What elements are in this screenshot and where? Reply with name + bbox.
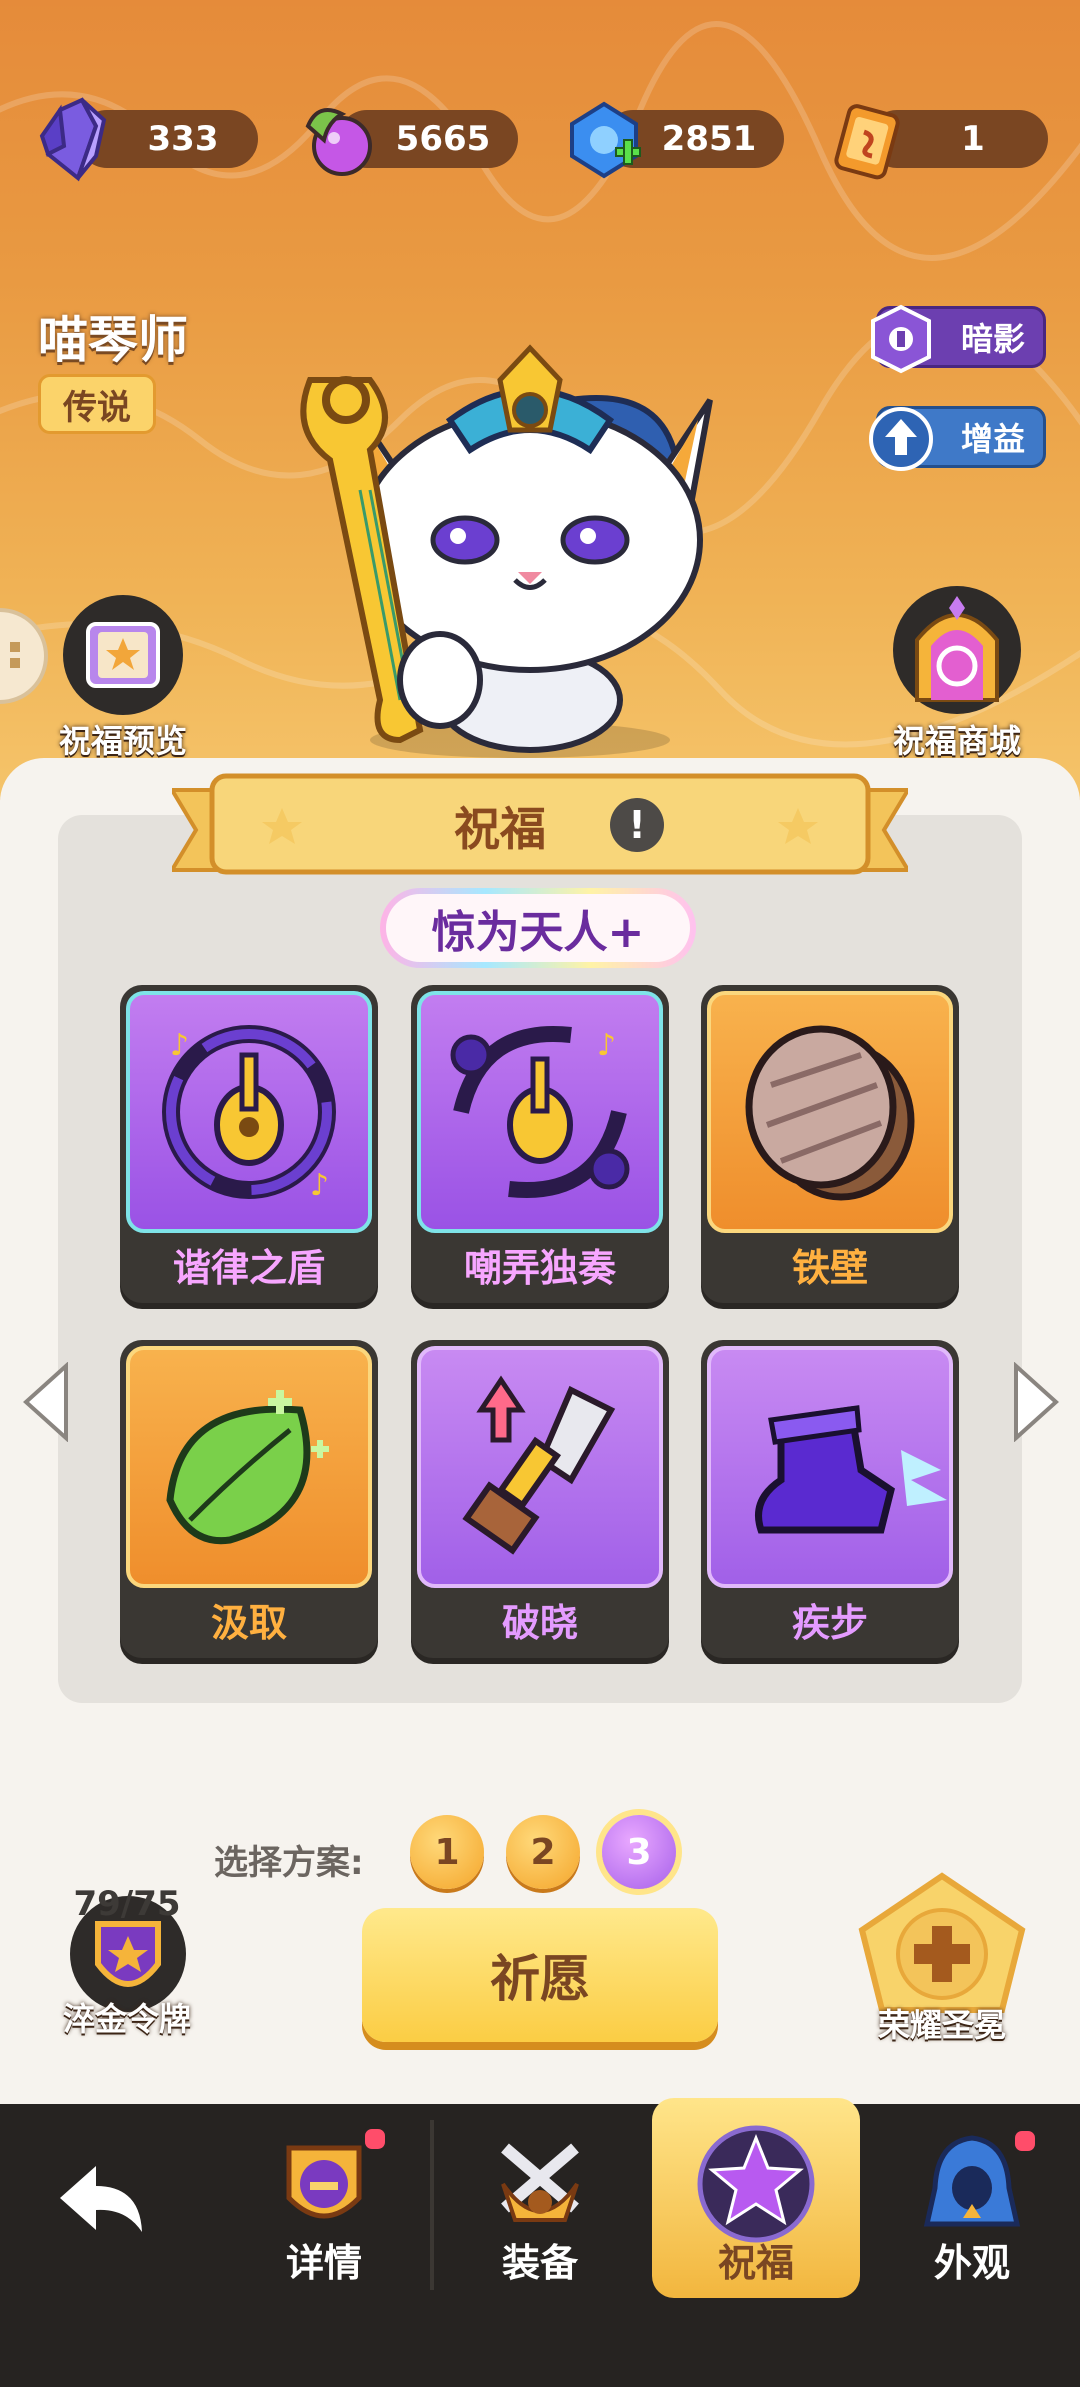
rarity-badge: 传说	[38, 374, 156, 434]
hero-character-art	[300, 344, 713, 758]
shield-icon	[745, 1025, 915, 1201]
nav-divider	[430, 2120, 434, 2290]
nav-tab-appearance[interactable]: 外观	[872, 2104, 1072, 2304]
blessing-art	[126, 1346, 372, 1588]
dagger-icon	[462, 1375, 616, 1555]
shadow-icon	[871, 304, 931, 374]
leaf-icon	[166, 1390, 329, 1545]
token-count: 79/75	[73, 1884, 181, 1924]
crown-label: 荣耀圣冕	[877, 2006, 1006, 2044]
svg-text:♪: ♪	[310, 1168, 329, 1203]
blessing-art: ♪	[417, 991, 663, 1233]
shadow-label: 暗影	[960, 320, 1025, 358]
hood-icon	[923, 2135, 1021, 2227]
blessing-shop-label: 祝福商城	[892, 722, 1021, 760]
svg-text:♪: ♪	[170, 1028, 189, 1063]
crystal-icon	[39, 97, 107, 182]
buff-button[interactable]: 增益	[869, 406, 1046, 471]
blessing-card[interactable]: 铁壁	[701, 985, 959, 1303]
notification-dot	[362, 2126, 388, 2152]
blessing-card[interactable]: ♪ ♪ 谐律之盾	[120, 985, 378, 1303]
token-label: 淬金令牌	[62, 2000, 191, 2038]
hero-name: 喵琴师	[38, 311, 188, 369]
blessing-art	[417, 1346, 663, 1588]
blessing-card[interactable]: 汲取	[120, 1340, 378, 1658]
blessing-art	[707, 991, 953, 1233]
nav-tab-equipment[interactable]: 装备	[440, 2104, 640, 2304]
svg-text:♪: ♪	[597, 1028, 616, 1063]
portal-icon	[893, 586, 1021, 714]
blessing-name: 疾步	[791, 1601, 868, 1645]
panel-title: 祝福	[454, 802, 546, 856]
blessing-art: ♪ ♪	[126, 991, 372, 1233]
buff-label: 增益	[960, 420, 1025, 458]
shadow-button[interactable]: 暗影	[871, 304, 1046, 374]
pray-button[interactable]: 祈愿	[362, 1908, 718, 2042]
star-badge-icon	[697, 2125, 815, 2243]
blessing-name: 铁壁	[791, 1246, 868, 1290]
blessing-shop-button[interactable]: 祝福商城	[872, 580, 1042, 762]
blessing-name: 破晓	[501, 1601, 578, 1645]
back-icon[interactable]	[56, 2160, 146, 2240]
blessing-set-badge: 惊为天人+	[380, 888, 696, 968]
harmony-shield-icon: ♪ ♪	[162, 1025, 336, 1203]
buff-icon	[869, 407, 933, 471]
gem-plus-icon	[570, 101, 641, 179]
mocking-solo-icon: ♪	[450, 1026, 630, 1198]
plan-option-1[interactable]: 1	[410, 1815, 484, 1889]
nav-label: 装备	[501, 2241, 578, 2285]
swords-icon	[501, 2143, 579, 2222]
blessing-art	[707, 1346, 953, 1588]
orb-icon	[305, 108, 372, 176]
nav-tab-details[interactable]: 详情	[224, 2104, 424, 2304]
side-menu-tab[interactable]	[0, 606, 60, 706]
plan-label: 选择方案:	[214, 1843, 364, 1883]
plan-option-2[interactable]: 2	[506, 1815, 580, 1889]
blessing-preview-label: 祝福预览	[58, 722, 187, 760]
plan-option-3[interactable]: 3	[602, 1815, 676, 1889]
prev-page-arrow[interactable]	[20, 1362, 74, 1442]
blessing-name: 谐律之盾	[172, 1246, 325, 1290]
notification-dot	[1012, 2128, 1038, 2154]
nav-tab-blessing[interactable]: 祝福	[656, 2104, 856, 2304]
boot-icon	[755, 1405, 947, 1534]
info-button[interactable]: !	[610, 798, 664, 852]
book-icon	[63, 595, 183, 715]
blessing-name: 嘲弄独奏	[463, 1246, 616, 1290]
blessing-card[interactable]: 疾步	[701, 1340, 959, 1658]
nav-label: 祝福	[717, 2241, 794, 2285]
blessing-name: 汲取	[210, 1601, 287, 1645]
blessing-set-name: 惊为天人+	[386, 894, 690, 962]
ticket-icon	[834, 104, 900, 180]
blessing-card[interactable]: ♪ 嘲弄独奏	[411, 985, 669, 1303]
nav-label: 外观	[933, 2241, 1010, 2285]
blessing-card[interactable]: 破晓	[411, 1340, 669, 1658]
blessing-preview-button[interactable]: 祝福预览	[38, 590, 208, 762]
crown-badge-icon	[858, 1872, 1026, 2013]
next-page-arrow[interactable]	[1008, 1362, 1062, 1442]
nav-label: 详情	[285, 2241, 362, 2285]
glory-crown-button[interactable]: 荣耀圣冕	[852, 1870, 1032, 2044]
